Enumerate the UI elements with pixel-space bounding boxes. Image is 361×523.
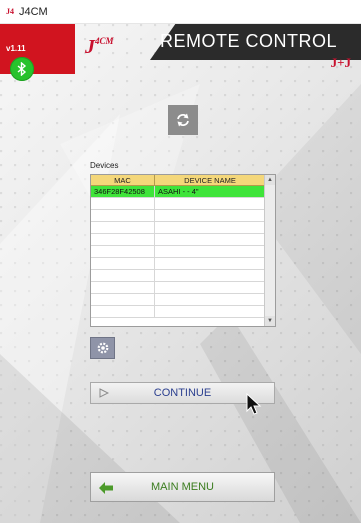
- bluetooth-icon: [17, 62, 27, 76]
- play-icon: [99, 388, 109, 398]
- refresh-icon: [177, 113, 189, 127]
- device-name-cell: [155, 270, 265, 281]
- brand-logo: J+J: [330, 55, 351, 70]
- mac-cell: [91, 282, 155, 293]
- main-menu-button[interactable]: MAIN MENU: [90, 472, 275, 502]
- table-row[interactable]: [91, 282, 265, 294]
- device-name-cell: [155, 222, 265, 233]
- j4cm-logo: J4CM: [85, 36, 114, 59]
- refresh-button[interactable]: [168, 105, 198, 135]
- device-name-cell: [155, 282, 265, 293]
- version-label: v1.11: [6, 44, 26, 53]
- mac-cell: [91, 198, 155, 209]
- window-title: J4CM: [19, 5, 48, 18]
- devices-table: MAC DEVICE NAME 346F28F42508 ASAHI - - 4"…: [90, 174, 276, 327]
- page-title: REMOTE CONTROL: [159, 31, 337, 51]
- device-name-cell: [155, 210, 265, 221]
- mac-cell: [91, 222, 155, 233]
- app-logo-icon: J4: [6, 7, 14, 16]
- device-name-cell: [155, 198, 265, 209]
- column-header-device-name[interactable]: DEVICE NAME: [155, 175, 265, 185]
- window-titlebar: J4 J4CM: [0, 0, 361, 24]
- table-body: 346F28F42508 ASAHI - - 4": [91, 186, 265, 318]
- device-name-cell: [155, 294, 265, 305]
- table-row[interactable]: [91, 222, 265, 234]
- mac-cell: [91, 258, 155, 269]
- table-header: MAC DEVICE NAME: [91, 175, 265, 186]
- devices-label: Devices: [90, 161, 119, 170]
- mac-cell: [91, 234, 155, 245]
- mac-cell: [91, 306, 155, 317]
- device-name-cell: [155, 258, 265, 269]
- bluetooth-button[interactable]: [10, 57, 34, 81]
- mac-cell: [91, 246, 155, 257]
- table-row[interactable]: [91, 270, 265, 282]
- table-row[interactable]: [91, 210, 265, 222]
- header: REMOTE CONTROL v1.11 J4CM J+J: [0, 24, 361, 74]
- device-name-cell: [155, 306, 265, 317]
- mouse-cursor-icon: [246, 393, 262, 415]
- device-name-cell: [155, 246, 265, 257]
- mac-cell: 346F28F42508: [91, 186, 155, 197]
- logo-letter: J: [85, 36, 95, 58]
- scroll-up-button[interactable]: ▲: [265, 175, 275, 185]
- settings-button[interactable]: [90, 337, 115, 359]
- device-name-cell: ASAHI - - 4": [158, 187, 199, 196]
- scroll-down-button[interactable]: ▼: [265, 316, 275, 326]
- logo-superscript: 4CM: [95, 36, 114, 46]
- table-row[interactable]: [91, 246, 265, 258]
- table-row[interactable]: [91, 234, 265, 246]
- continue-label: CONTINUE: [153, 387, 212, 399]
- table-row[interactable]: [91, 294, 265, 306]
- main-menu-label: MAIN MENU: [151, 481, 214, 493]
- mac-cell: [91, 294, 155, 305]
- column-header-mac[interactable]: MAC: [91, 175, 155, 185]
- table-row[interactable]: [91, 258, 265, 270]
- table-row[interactable]: [91, 198, 265, 210]
- back-arrow-icon: [99, 482, 113, 494]
- gear-icon: [97, 342, 108, 354]
- main-panel: REMOTE CONTROL v1.11 J4CM J+J Devices MA…: [0, 24, 361, 523]
- table-row[interactable]: [91, 306, 265, 318]
- table-scrollbar[interactable]: ▲ ▼: [264, 175, 275, 326]
- mac-cell: [91, 270, 155, 281]
- mac-cell: [91, 210, 155, 221]
- device-name-cell: [155, 234, 265, 245]
- table-row[interactable]: 346F28F42508 ASAHI - - 4": [91, 186, 265, 198]
